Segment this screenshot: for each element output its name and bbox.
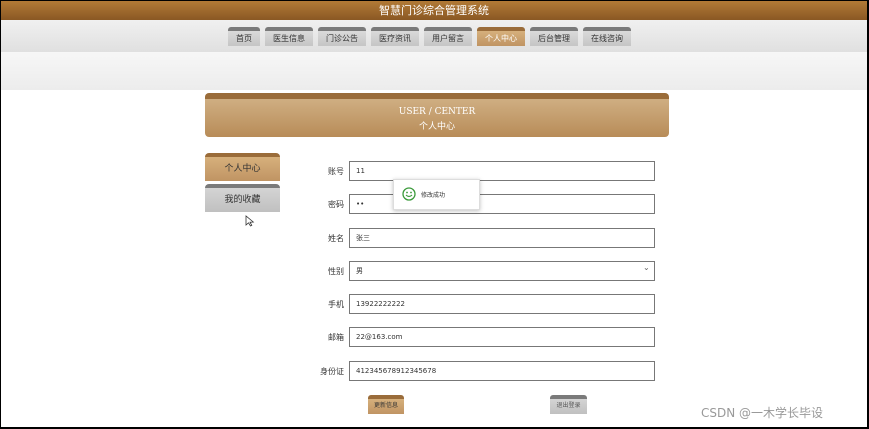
sidebar-item-favorites[interactable]: 我的收藏 bbox=[205, 184, 280, 212]
id-card-label: 身份证 bbox=[320, 367, 344, 376]
chevron-down-icon: ⌄ bbox=[643, 263, 650, 272]
phone-label: 手机 bbox=[328, 300, 344, 309]
id-card-field[interactable] bbox=[349, 361, 655, 381]
success-toast: 修改成功 bbox=[393, 179, 480, 210]
banner bbox=[1, 52, 867, 90]
nav-item-notices[interactable]: 门诊公告 bbox=[318, 27, 366, 46]
logout-button[interactable]: 退出登录 bbox=[550, 395, 587, 414]
phone-field[interactable] bbox=[349, 294, 655, 314]
gender-select[interactable]: 男 bbox=[349, 261, 655, 281]
top-nav: 首页 医生信息 门诊公告 医疗资讯 用户留言 个人中心 后台管理 在线咨询 bbox=[1, 20, 867, 52]
toast-message: 修改成功 bbox=[421, 192, 446, 199]
update-button[interactable]: 更新信息 bbox=[368, 395, 404, 414]
nav-item-messages[interactable]: 用户留言 bbox=[424, 27, 472, 46]
email-label: 邮箱 bbox=[328, 333, 344, 342]
section-header-en: USER / CENTER bbox=[398, 107, 476, 117]
sidebar-item-user-center[interactable]: 个人中心 bbox=[205, 153, 280, 181]
password-label: 密码 bbox=[328, 200, 344, 209]
smile-icon bbox=[402, 187, 416, 201]
mouse-cursor-icon bbox=[245, 215, 255, 227]
gender-label: 性别 bbox=[328, 267, 344, 276]
nav-item-news[interactable]: 医疗资讯 bbox=[371, 27, 419, 46]
email-field[interactable] bbox=[349, 327, 655, 347]
name-label: 姓名 bbox=[328, 234, 344, 243]
section-header: USER / CENTER 个人中心 bbox=[205, 93, 669, 137]
account-field[interactable] bbox=[349, 161, 655, 181]
nav-item-doctors[interactable]: 医生信息 bbox=[265, 27, 313, 46]
account-label: 账号 bbox=[328, 167, 344, 176]
name-field[interactable] bbox=[349, 228, 655, 248]
nav-item-admin[interactable]: 后台管理 bbox=[530, 27, 578, 46]
nav-item-user-center[interactable]: 个人中心 bbox=[477, 27, 525, 46]
app-title: 智慧门诊综合管理系统 bbox=[1, 1, 867, 20]
page-frame: 智慧门诊综合管理系统 首页 医生信息 门诊公告 医疗资讯 用户留言 个人中心 后… bbox=[1, 1, 867, 427]
nav-item-home[interactable]: 首页 bbox=[228, 27, 260, 46]
watermark: CSDN @一木学长毕设 bbox=[701, 406, 824, 420]
nav-item-consult[interactable]: 在线咨询 bbox=[583, 27, 631, 46]
section-header-cn: 个人中心 bbox=[418, 122, 455, 132]
